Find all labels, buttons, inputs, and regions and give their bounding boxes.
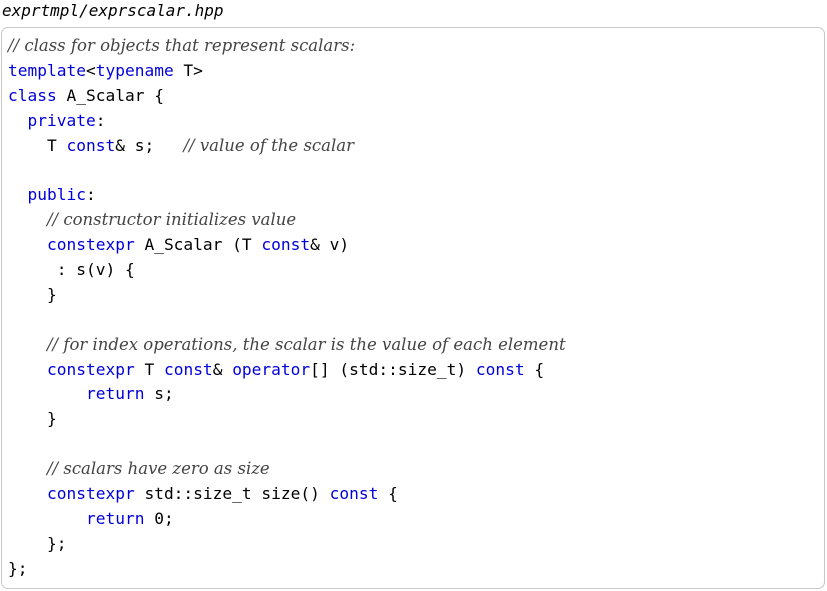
code-keyword: return (85, 508, 145, 528)
code-text: : (85, 185, 96, 205)
code-keyword: constexpr (46, 359, 135, 379)
code-line: // class for objects that represent scal… (8, 34, 566, 59)
code-keyword: template (8, 60, 86, 80)
code-keyword: const (475, 359, 525, 379)
code-line: return 0; (8, 507, 566, 532)
code-text: & v) (310, 235, 350, 255)
code-text: [] (std::size_t) (310, 359, 476, 379)
code-keyword: constexpr (46, 484, 135, 504)
code-text: < (85, 60, 96, 80)
code-comment: // class for objects that represent scal… (8, 36, 356, 55)
code-text: }; (8, 533, 67, 553)
code-line: // scalars have zero as size (8, 457, 566, 482)
code-text: A_Scalar (T (134, 235, 262, 255)
code-keyword: return (85, 384, 145, 404)
code-comment: // for index operations, the scalar is t… (46, 334, 566, 354)
code-line: template<typename T> (8, 59, 566, 84)
code-keyword: public (27, 185, 86, 205)
code-text: std::size_t size() (134, 484, 330, 504)
code-keyword: const (261, 235, 311, 255)
code-line: constexpr std::size_t size() const { (8, 482, 566, 507)
code-line: : s(v) { (8, 258, 566, 283)
code-text: }; (8, 558, 28, 578)
code-line: } (8, 283, 566, 308)
code-line: // for index operations, the scalar is t… (8, 333, 566, 358)
code-text: & (212, 359, 233, 379)
code-comment: // value of the scalar (183, 135, 354, 155)
code-text: & s; (115, 135, 184, 155)
code-line: constexpr T const& operator[] (std::size… (8, 358, 566, 383)
code-keyword: private (27, 110, 96, 130)
code-line: T const& s; // value of the scalar (8, 134, 566, 159)
code-comment: // scalars have zero as size (46, 459, 270, 479)
code-keyword: typename (95, 60, 174, 80)
code-keyword: const (329, 484, 379, 504)
code-keyword: const (66, 135, 116, 155)
code-line: public: (8, 183, 566, 208)
file-name: exprtmpl/exprscalar.hpp (2, 1, 224, 20)
code-keyword: operator (232, 359, 311, 379)
code-line: } (8, 407, 566, 432)
code-line: constexpr A_Scalar (T const& v) (8, 233, 566, 258)
code-line: private: (8, 109, 566, 134)
code-text: A_Scalar { (56, 85, 164, 105)
code-text: T (134, 359, 164, 379)
code-line: }; (8, 557, 566, 582)
code-line: }; (8, 532, 566, 557)
code-text: : (95, 110, 106, 130)
code-text: s; (144, 384, 174, 404)
code-text: } (8, 409, 57, 429)
code-text: { (378, 484, 398, 504)
code-keyword: const (163, 359, 213, 379)
code-text: { (524, 359, 545, 379)
code-comment: // constructor initializes value (46, 210, 297, 230)
code-text: : s(v) { (8, 260, 135, 280)
code-line: // constructor initializes value (8, 208, 566, 233)
code-text: } (8, 284, 57, 304)
code-listing: // class for objects that represent scal… (8, 34, 566, 582)
code-keyword: constexpr (46, 235, 135, 255)
code-text: 0; (144, 508, 174, 528)
code-line: return s; (8, 382, 566, 407)
code-text: T (8, 135, 67, 155)
code-line: class A_Scalar { (8, 84, 566, 109)
code-text: T> (173, 60, 203, 80)
code-keyword: class (8, 85, 57, 105)
